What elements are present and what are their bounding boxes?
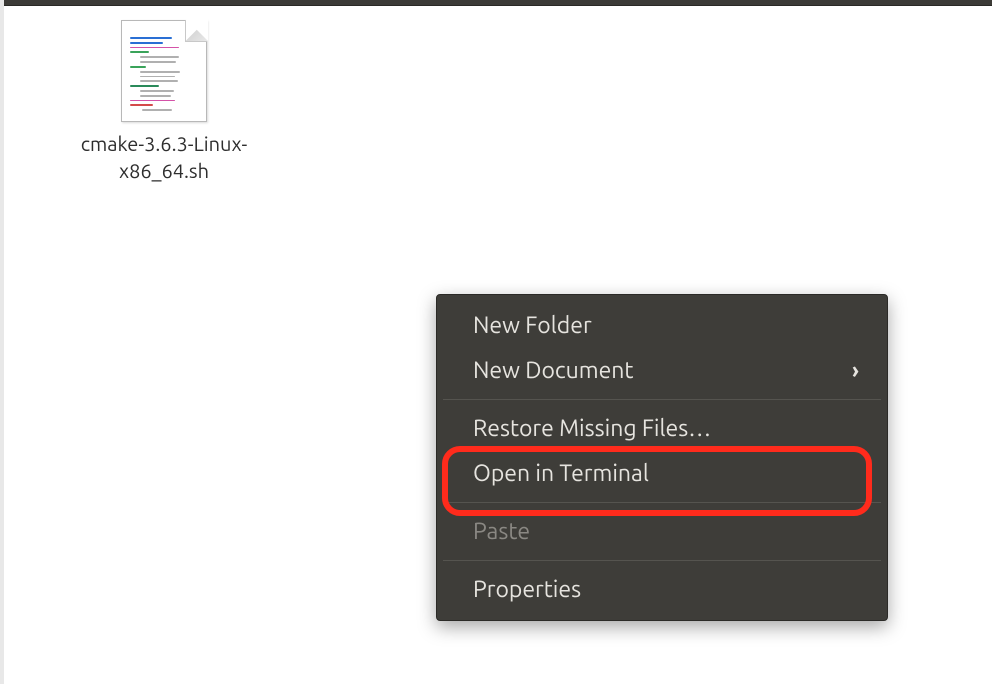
menu-separator — [443, 502, 881, 503]
menu-separator — [443, 399, 881, 400]
menu-item-restore-missing-files[interactable]: Restore Missing Files… — [437, 406, 887, 451]
chevron-right-icon: › — [852, 358, 859, 383]
menu-item-label: New Folder — [473, 313, 592, 338]
file-label: cmake-3.6.3-Linux-x86_64.sh — [44, 130, 284, 184]
file-item[interactable]: cmake-3.6.3-Linux-x86_64.sh — [44, 20, 284, 184]
menu-item-open-in-terminal[interactable]: Open in Terminal — [437, 451, 887, 496]
menu-item-new-folder[interactable]: New Folder — [437, 303, 887, 348]
menu-separator — [443, 560, 881, 561]
shell-script-icon — [121, 20, 207, 122]
menu-item-new-document[interactable]: New Document › — [437, 348, 887, 393]
menu-item-label: Paste — [473, 519, 530, 544]
menu-item-label: New Document — [473, 358, 633, 383]
file-manager-canvas[interactable]: cmake-3.6.3-Linux-x86_64.sh New Folder N… — [4, 6, 992, 684]
menu-item-label: Restore Missing Files… — [473, 416, 711, 441]
menu-item-paste: Paste — [437, 509, 887, 554]
menu-item-label: Open in Terminal — [473, 461, 649, 486]
menu-item-label: Properties — [473, 577, 581, 602]
context-menu: New Folder New Document › Restore Missin… — [436, 294, 888, 621]
menu-item-properties[interactable]: Properties — [437, 567, 887, 612]
